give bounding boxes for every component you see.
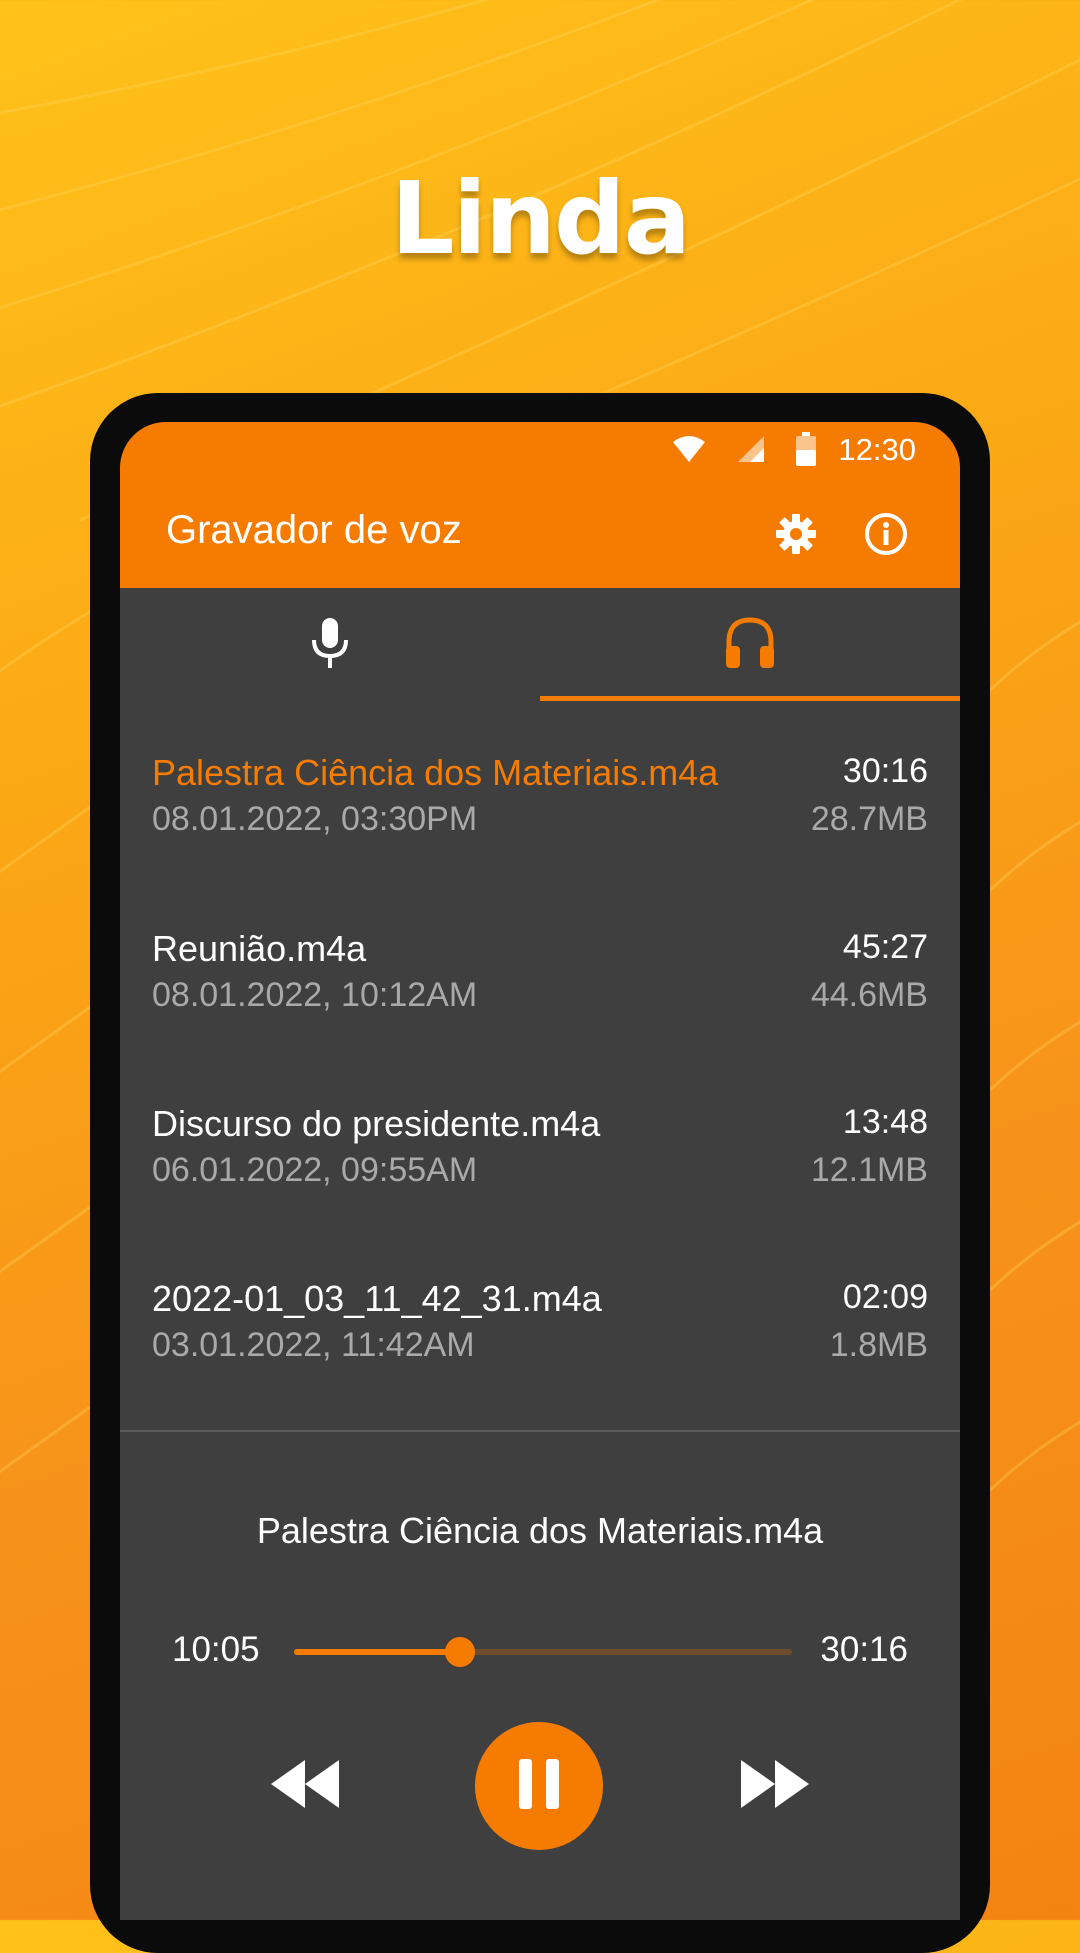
recording-name: 2022-01_03_11_42_31.m4a [152, 1278, 602, 1319]
top-bar: 12:30 Gravador de voz [120, 422, 960, 588]
recording-size: 28.7MB [810, 800, 928, 838]
recording-duration: 45:27 [842, 928, 928, 966]
recording-size: 1.8MB [829, 1326, 928, 1364]
settings-gear-icon [775, 513, 817, 560]
tab-indicator [540, 696, 960, 701]
headline: Linda [390, 160, 691, 277]
recording-name: Palestra Ciência dos Materiais.m4a [152, 752, 719, 793]
recording-item[interactable]: 2022-01_03_11_42_31.m4a 03.01.2022, 11:4… [120, 1278, 960, 1454]
recording-date: 06.01.2022, 09:55AM [152, 1151, 478, 1189]
wifi-icon [672, 434, 706, 469]
microphone-icon [310, 616, 350, 675]
pause-icon [517, 1757, 561, 1816]
recording-date: 08.01.2022, 03:30PM [152, 800, 478, 838]
status-time: 12:30 [838, 432, 916, 467]
seek-bar[interactable] [294, 1637, 792, 1667]
recording-size: 44.6MB [810, 976, 928, 1014]
phone-screen: 12:30 Gravador de voz Palestra Ciência d… [120, 422, 960, 1920]
list-divider [120, 1430, 960, 1432]
headphones-icon [724, 616, 776, 675]
recording-date: 08.01.2022, 10:12AM [152, 976, 478, 1014]
recording-name: Reunião.m4a [152, 928, 367, 969]
tab-bar [120, 588, 960, 702]
tab-record[interactable] [120, 588, 540, 702]
fast-forward-button[interactable] [730, 1756, 820, 1816]
recording-duration: 02:09 [842, 1278, 928, 1316]
recording-name: Discurso do presidente.m4a [152, 1103, 601, 1144]
seek-bar-thumb[interactable] [444, 1637, 475, 1667]
recording-item[interactable]: Discurso do presidente.m4a 06.01.2022, 0… [120, 1103, 960, 1279]
recording-date: 03.01.2022, 11:42AM [152, 1326, 475, 1364]
elapsed-time: 10:05 [172, 1630, 260, 1669]
info-icon [864, 512, 908, 561]
battery-icon [796, 432, 816, 471]
recording-duration: 13:48 [842, 1103, 928, 1141]
fast-forward-icon [739, 1758, 811, 1815]
settings-button[interactable] [770, 510, 822, 562]
cellular-signal-icon [736, 434, 766, 469]
seek-bar-progress [294, 1649, 460, 1655]
recording-size: 12.1MB [810, 1151, 928, 1189]
pause-button[interactable] [475, 1722, 603, 1850]
recording-item[interactable]: Reunião.m4a 08.01.2022, 10:12AM 45:27 44… [120, 928, 960, 1104]
recording-duration: 30:16 [842, 752, 928, 790]
app-title: Gravador de voz [166, 508, 462, 552]
total-time: 30:16 [820, 1630, 908, 1669]
rewind-button[interactable] [260, 1756, 350, 1816]
recording-item[interactable]: Palestra Ciência dos Materiais.m4a 08.01… [120, 752, 960, 928]
player-title: Palestra Ciência dos Materiais.m4a [256, 1510, 824, 1551]
tab-recordings[interactable] [540, 588, 960, 702]
info-button[interactable] [860, 510, 912, 562]
rewind-icon [269, 1758, 341, 1815]
